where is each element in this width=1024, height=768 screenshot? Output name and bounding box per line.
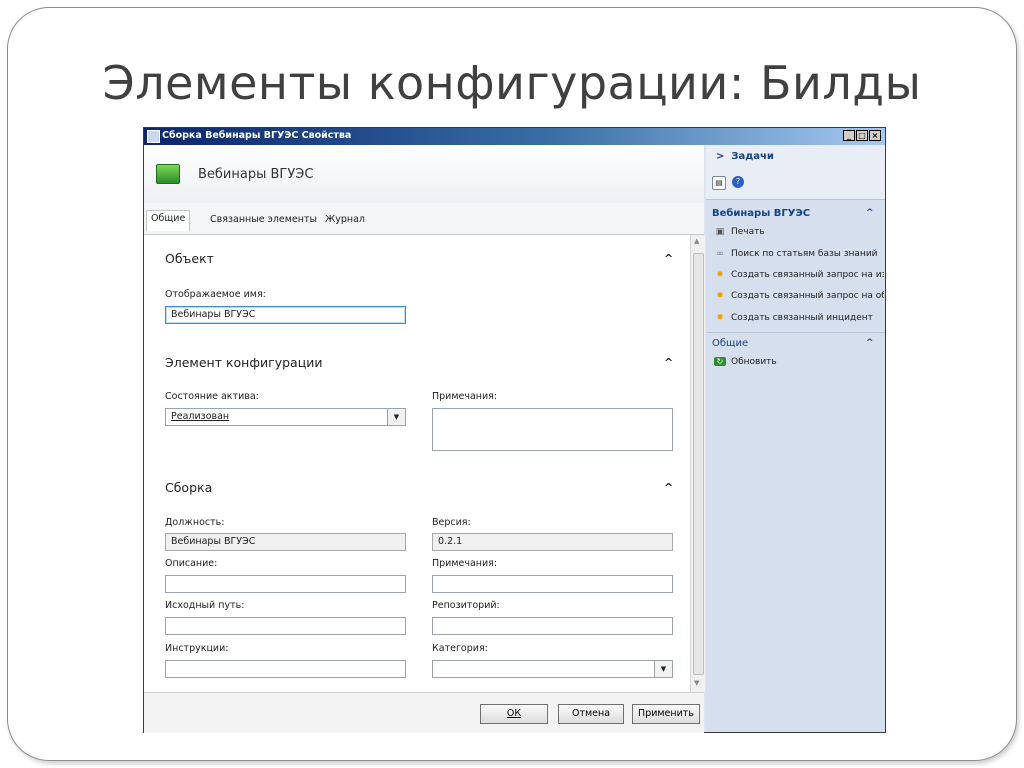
- link-icon: ∞: [716, 249, 724, 259]
- collapse-config-item-chevron-icon[interactable]: ^: [664, 356, 673, 369]
- window-title: Сборка Вебинары ВГУЭС Свойства: [162, 130, 352, 141]
- section-object-title: Объект: [165, 251, 214, 266]
- build-notes-label: Примечания:: [432, 558, 498, 569]
- tab-strip: Общие Связанные элементы Журнал: [144, 203, 704, 235]
- build-cube-icon: [156, 164, 180, 184]
- tasks-header-label: Задачи: [731, 151, 774, 162]
- version-label: Версия:: [432, 517, 471, 528]
- section-build-title: Сборка: [165, 480, 213, 495]
- display-name-input[interactable]: Вебинары ВГУЭС: [165, 306, 406, 324]
- task-refresh-label: Обновить: [731, 357, 777, 367]
- tab-history[interactable]: Журнал: [325, 214, 365, 225]
- dialog-button-bar: ОК Отмена Применить: [144, 692, 704, 733]
- form-header-title: Вебинары ВГУЭС: [198, 167, 314, 182]
- task-print-label: Печать: [731, 227, 765, 237]
- repository-input[interactable]: [432, 617, 673, 635]
- instructions-input[interactable]: [165, 660, 406, 678]
- build-notes-input[interactable]: [432, 575, 673, 593]
- close-button[interactable]: ×: [869, 130, 881, 141]
- form-scrollbar[interactable]: ▲ ▼: [690, 235, 705, 692]
- tasks-pane-header: > Задачи ▤ ?: [706, 145, 885, 200]
- tab-related-items[interactable]: Связанные элементы: [210, 214, 317, 225]
- collapse-general-chevron-icon[interactable]: ^: [866, 338, 874, 348]
- task-create-service-request-label: Создать связанный запрос на обслуживание: [731, 291, 884, 301]
- refresh-icon: ↻: [714, 357, 726, 366]
- tasks-header[interactable]: > Задачи: [716, 151, 774, 162]
- task-search-kb[interactable]: ∞ Поиск по статьям базы знаний: [714, 249, 884, 259]
- task-create-change-request[interactable]: ✸ Создать связанный запрос на изменение: [714, 270, 884, 280]
- notes-label: Примечания:: [432, 391, 498, 402]
- repository-label: Репозиторий:: [432, 600, 500, 611]
- form-pane: Вебинары ВГУЭС Общие Связанные элементы …: [144, 145, 705, 733]
- category-select[interactable]: ▼: [432, 660, 673, 678]
- asset-state-select[interactable]: Реализован ▼: [165, 408, 406, 426]
- maximize-button[interactable]: □: [856, 130, 868, 141]
- expand-arrow-icon: >: [716, 151, 725, 162]
- description-label: Описание:: [165, 558, 218, 569]
- task-refresh[interactable]: ↻ Обновить: [714, 357, 884, 367]
- tasks-section-title: Вебинары ВГУЭС: [712, 208, 811, 219]
- star-icon: ✸: [716, 291, 724, 301]
- section-config-item-title: Элемент конфигурации: [165, 355, 323, 370]
- collapse-tasks-chevron-icon[interactable]: ^: [866, 208, 874, 218]
- task-create-incident-label: Создать связанный инцидент: [731, 313, 873, 323]
- position-field: Вебинары ВГУЭС: [165, 533, 406, 551]
- collapse-object-chevron-icon[interactable]: ^: [664, 252, 673, 265]
- version-field: 0.2.1: [432, 533, 673, 551]
- chevron-down-icon[interactable]: ▼: [387, 409, 405, 425]
- tasks-pane: > Задачи ▤ ? Вебинары ВГУЭС ^ ▣ Печать ∞ П…: [706, 145, 885, 732]
- apply-button[interactable]: Применить: [632, 704, 700, 724]
- properties-window: Сборка Вебинары ВГУЭС Свойства _ □ × Веб…: [143, 127, 886, 733]
- source-path-input[interactable]: [165, 617, 406, 635]
- position-label: Должность:: [165, 517, 225, 528]
- window-titlebar[interactable]: Сборка Вебинары ВГУЭС Свойства _ □ ×: [144, 128, 885, 145]
- help-icon[interactable]: ?: [732, 176, 744, 188]
- display-name-label: Отображаемое имя:: [165, 289, 266, 300]
- minimize-button[interactable]: _: [843, 130, 855, 141]
- window-app-icon: [147, 130, 160, 143]
- source-path-label: Исходный путь:: [165, 600, 245, 611]
- tab-general[interactable]: Общие: [146, 210, 191, 231]
- printer-icon: ▣: [715, 227, 725, 237]
- task-print[interactable]: ▣ Печать: [714, 227, 884, 237]
- category-label: Категория:: [432, 643, 488, 654]
- slide-title: Элементы конфигурации: Билды: [102, 56, 922, 110]
- cancel-button[interactable]: Отмена: [558, 704, 624, 724]
- star-icon: ✸: [716, 313, 724, 323]
- task-create-service-request[interactable]: ✸ Создать связанный запрос на обслуживани…: [714, 291, 884, 301]
- instructions-label: Инструкции:: [165, 643, 229, 654]
- chevron-down-icon[interactable]: ▼: [654, 661, 672, 677]
- task-create-change-request-label: Создать связанный запрос на изменение: [731, 270, 884, 280]
- tasks-view-icon[interactable]: ▤: [712, 176, 726, 190]
- notes-textarea[interactable]: [432, 408, 673, 451]
- scroll-up-icon[interactable]: ▲: [694, 237, 699, 245]
- scroll-down-icon[interactable]: ▼: [694, 679, 699, 687]
- scrollbar-thumb[interactable]: [693, 253, 704, 675]
- description-input[interactable]: [165, 575, 406, 593]
- collapse-build-chevron-icon[interactable]: ^: [664, 481, 673, 494]
- form-content: Объект ^ Отображаемое имя: Вебинары ВГУЭ…: [144, 235, 690, 692]
- form-header: Вебинары ВГУЭС: [144, 145, 704, 203]
- star-icon: ✸: [716, 270, 724, 280]
- task-create-incident[interactable]: ✸ Создать связанный инцидент: [714, 313, 884, 323]
- tasks-divider: [706, 332, 885, 333]
- ok-button[interactable]: ОК: [480, 704, 548, 724]
- asset-state-label: Состояние актива:: [165, 391, 259, 402]
- task-search-kb-label: Поиск по статьям базы знаний: [731, 249, 878, 259]
- asset-state-value: Реализован: [171, 411, 230, 422]
- general-section-title: Общие: [712, 338, 749, 349]
